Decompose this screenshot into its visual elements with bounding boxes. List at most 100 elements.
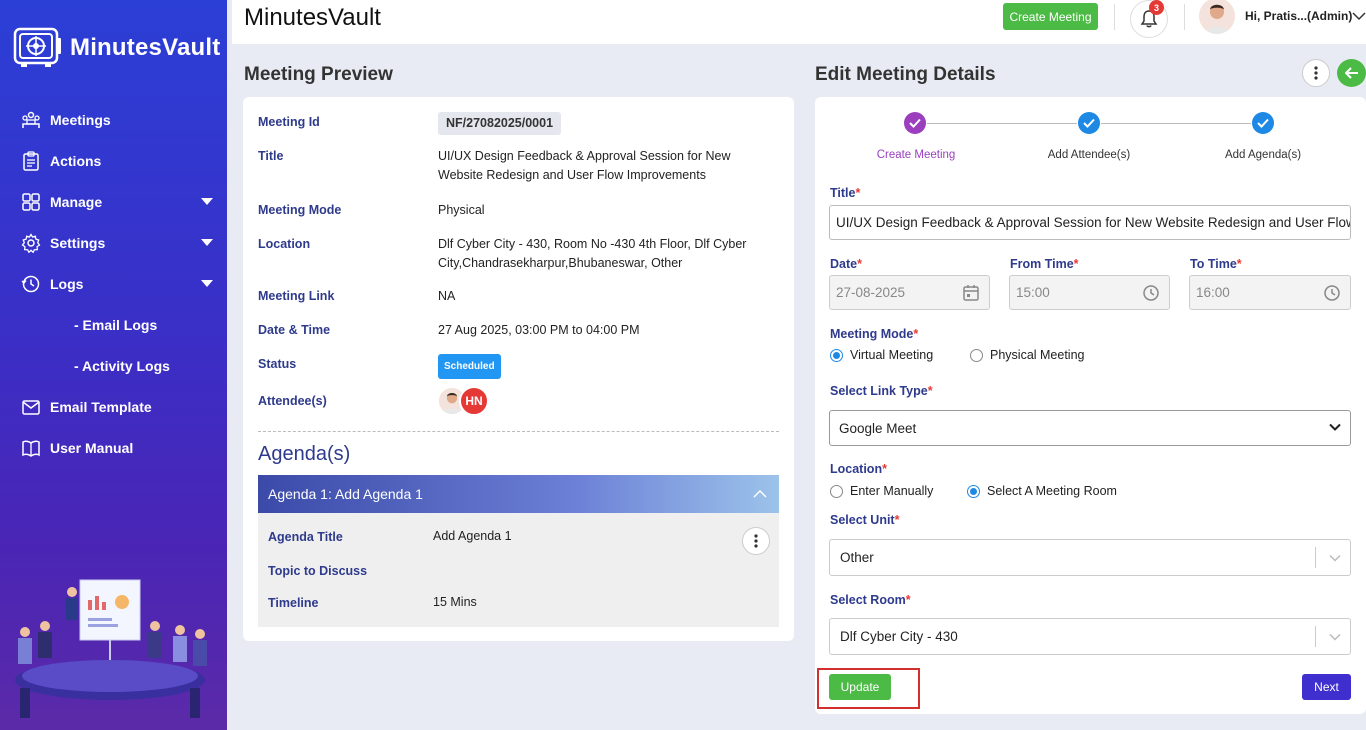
radio-virtual-meeting[interactable]: Virtual Meeting (830, 348, 933, 362)
chevron-down-icon[interactable] (1329, 633, 1341, 641)
check-icon (1083, 118, 1095, 128)
radio-enter-manually[interactable]: Enter Manually (830, 484, 933, 498)
meetings-icon (21, 110, 41, 130)
sidebar-nav: Meetings Actions Manage Settings Logs - … (0, 99, 227, 468)
radio-label: Virtual Meeting (850, 348, 934, 362)
more-options-button[interactable] (1302, 59, 1330, 87)
agenda-accordion-header[interactable]: Agenda 1: Add Agenda 1 (258, 475, 779, 513)
book-icon (21, 438, 41, 458)
label-text: Select Room (830, 593, 906, 607)
chevron-down-icon[interactable] (1352, 11, 1366, 21)
vault-logo-icon (13, 27, 61, 67)
clock-icon[interactable] (1323, 284, 1341, 302)
clock-icon[interactable] (1142, 284, 1160, 302)
radio-physical-meeting[interactable]: Physical Meeting (970, 348, 1085, 362)
radio-button-checked[interactable] (830, 348, 843, 362)
stepper-line (1101, 123, 1251, 124)
sidebar-item-logs[interactable]: Logs (0, 263, 227, 304)
agenda-options-button[interactable] (742, 527, 770, 555)
preview-value: 27 Aug 2025, 03:00 PM to 04:00 PM (438, 323, 640, 337)
attendee-avatar[interactable]: HN (459, 386, 489, 416)
header-divider (1184, 4, 1185, 30)
preview-value: Dlf Cyber City - 430, Room No -430 4th F… (438, 237, 747, 270)
preview-label: Status (258, 357, 297, 371)
next-button[interactable]: Next (1302, 674, 1351, 700)
chevron-down-icon[interactable] (1329, 423, 1341, 432)
manage-icon (21, 192, 41, 212)
preview-value: UI/UX Design Feedback & Approval Session… (438, 149, 731, 182)
agenda-heading: Agenda(s) (258, 443, 351, 465)
unit-select[interactable]: Other (829, 539, 1351, 576)
title-input[interactable]: UI/UX Design Feedback & Approval Session… (829, 205, 1351, 240)
step-label: Add Attendee(s) (1047, 149, 1131, 161)
radio-select-meeting-room[interactable]: Select A Meeting Room (967, 484, 1117, 498)
agenda-topic-label: Topic to Discuss (268, 564, 368, 578)
chevron-down-icon[interactable] (1329, 554, 1341, 562)
link-type-value: Google Meet (839, 420, 917, 436)
label-text: From Time (1010, 257, 1074, 271)
step-add-attendees[interactable] (1078, 112, 1100, 134)
from-time-label: From Time* (1010, 257, 1079, 271)
unit-label: Select Unit* (830, 513, 900, 527)
step-label: Add Agenda(s) (1224, 149, 1302, 161)
user-name[interactable]: Hi, Pratis...(Admin) (1245, 9, 1352, 23)
step-label: Create Meeting (876, 149, 956, 161)
edit-section-title: Edit Meeting Details (815, 64, 996, 85)
preview-value: NF/27082025/0001 (438, 112, 768, 135)
to-time-input[interactable]: 16:00 (1189, 275, 1351, 310)
caret-down-icon (201, 239, 213, 246)
calendar-icon[interactable] (962, 284, 980, 302)
status-badge: Scheduled (438, 354, 501, 379)
meeting-illustration (15, 579, 207, 718)
from-time-value: 15:00 (1016, 285, 1050, 300)
sidebar-item-activity-logs[interactable]: - Activity Logs (0, 345, 227, 386)
label-text: Location (830, 462, 883, 476)
caret-down-icon (201, 280, 213, 287)
back-button[interactable] (1337, 59, 1366, 87)
preview-label: Meeting Mode (258, 203, 342, 217)
location-label: Location* (830, 462, 887, 476)
sidebar-item-actions[interactable]: Actions (0, 140, 227, 181)
meeting-preview-card: Meeting Id NF/27082025/0001 Title UI/UX … (243, 97, 794, 641)
sidebar-item-label: Settings (50, 234, 106, 251)
label-text: Select Unit (830, 513, 895, 527)
from-time-input[interactable]: 15:00 (1009, 275, 1170, 310)
label-text: Date (830, 257, 858, 271)
radio-label: Physical Meeting (990, 348, 1085, 362)
step-add-agendas[interactable] (1252, 112, 1274, 134)
agenda-accordion-body: Agenda Title Add Agenda 1 Topic to Discu… (258, 513, 779, 627)
link-type-select[interactable]: Google Meet (829, 410, 1351, 446)
avatar[interactable] (1199, 0, 1235, 34)
sidebar-item-meetings[interactable]: Meetings (0, 99, 227, 140)
sidebar-item-settings[interactable]: Settings (0, 222, 227, 263)
create-meeting-button[interactable]: Create Meeting (1003, 3, 1098, 30)
room-label: Select Room* (830, 593, 911, 607)
date-label: Date* (830, 257, 862, 271)
sidebar-item-email-logs[interactable]: - Email Logs (0, 304, 227, 345)
preview-value: Scheduled (438, 354, 768, 379)
preview-label: Title (258, 149, 284, 163)
sidebar-item-label: User Manual (50, 439, 134, 456)
sidebar-item-manage[interactable]: Manage (0, 181, 227, 222)
envelope-icon (21, 397, 41, 417)
label-text: To Time (1190, 257, 1237, 271)
room-select[interactable]: Dlf Cyber City - 430 (829, 618, 1351, 655)
agenda-title-label: Agenda Title (268, 530, 343, 544)
chevron-up-icon[interactable] (753, 489, 767, 498)
meeting-id-chip: NF/27082025/0001 (438, 112, 562, 135)
radio-button-checked[interactable] (967, 484, 980, 498)
radio-button[interactable] (830, 484, 843, 498)
select-separator (1315, 547, 1316, 568)
label-text: Title (830, 186, 856, 200)
brand[interactable]: MinutesVault (12, 26, 220, 70)
caret-down-icon (201, 198, 213, 205)
sidebar-item-email-template[interactable]: Email Template (0, 386, 227, 427)
step-create-meeting[interactable] (904, 112, 926, 134)
radio-button[interactable] (970, 348, 983, 362)
sidebar-item-user-manual[interactable]: User Manual (0, 427, 227, 468)
agenda-accordion-title: Agenda 1: Add Agenda 1 (268, 486, 423, 502)
to-time-label: To Time* (1190, 257, 1242, 271)
sidebar-item-label: Email Template (50, 398, 152, 415)
date-input[interactable]: 27-08-2025 (829, 275, 990, 310)
stepper-line (927, 123, 1077, 124)
